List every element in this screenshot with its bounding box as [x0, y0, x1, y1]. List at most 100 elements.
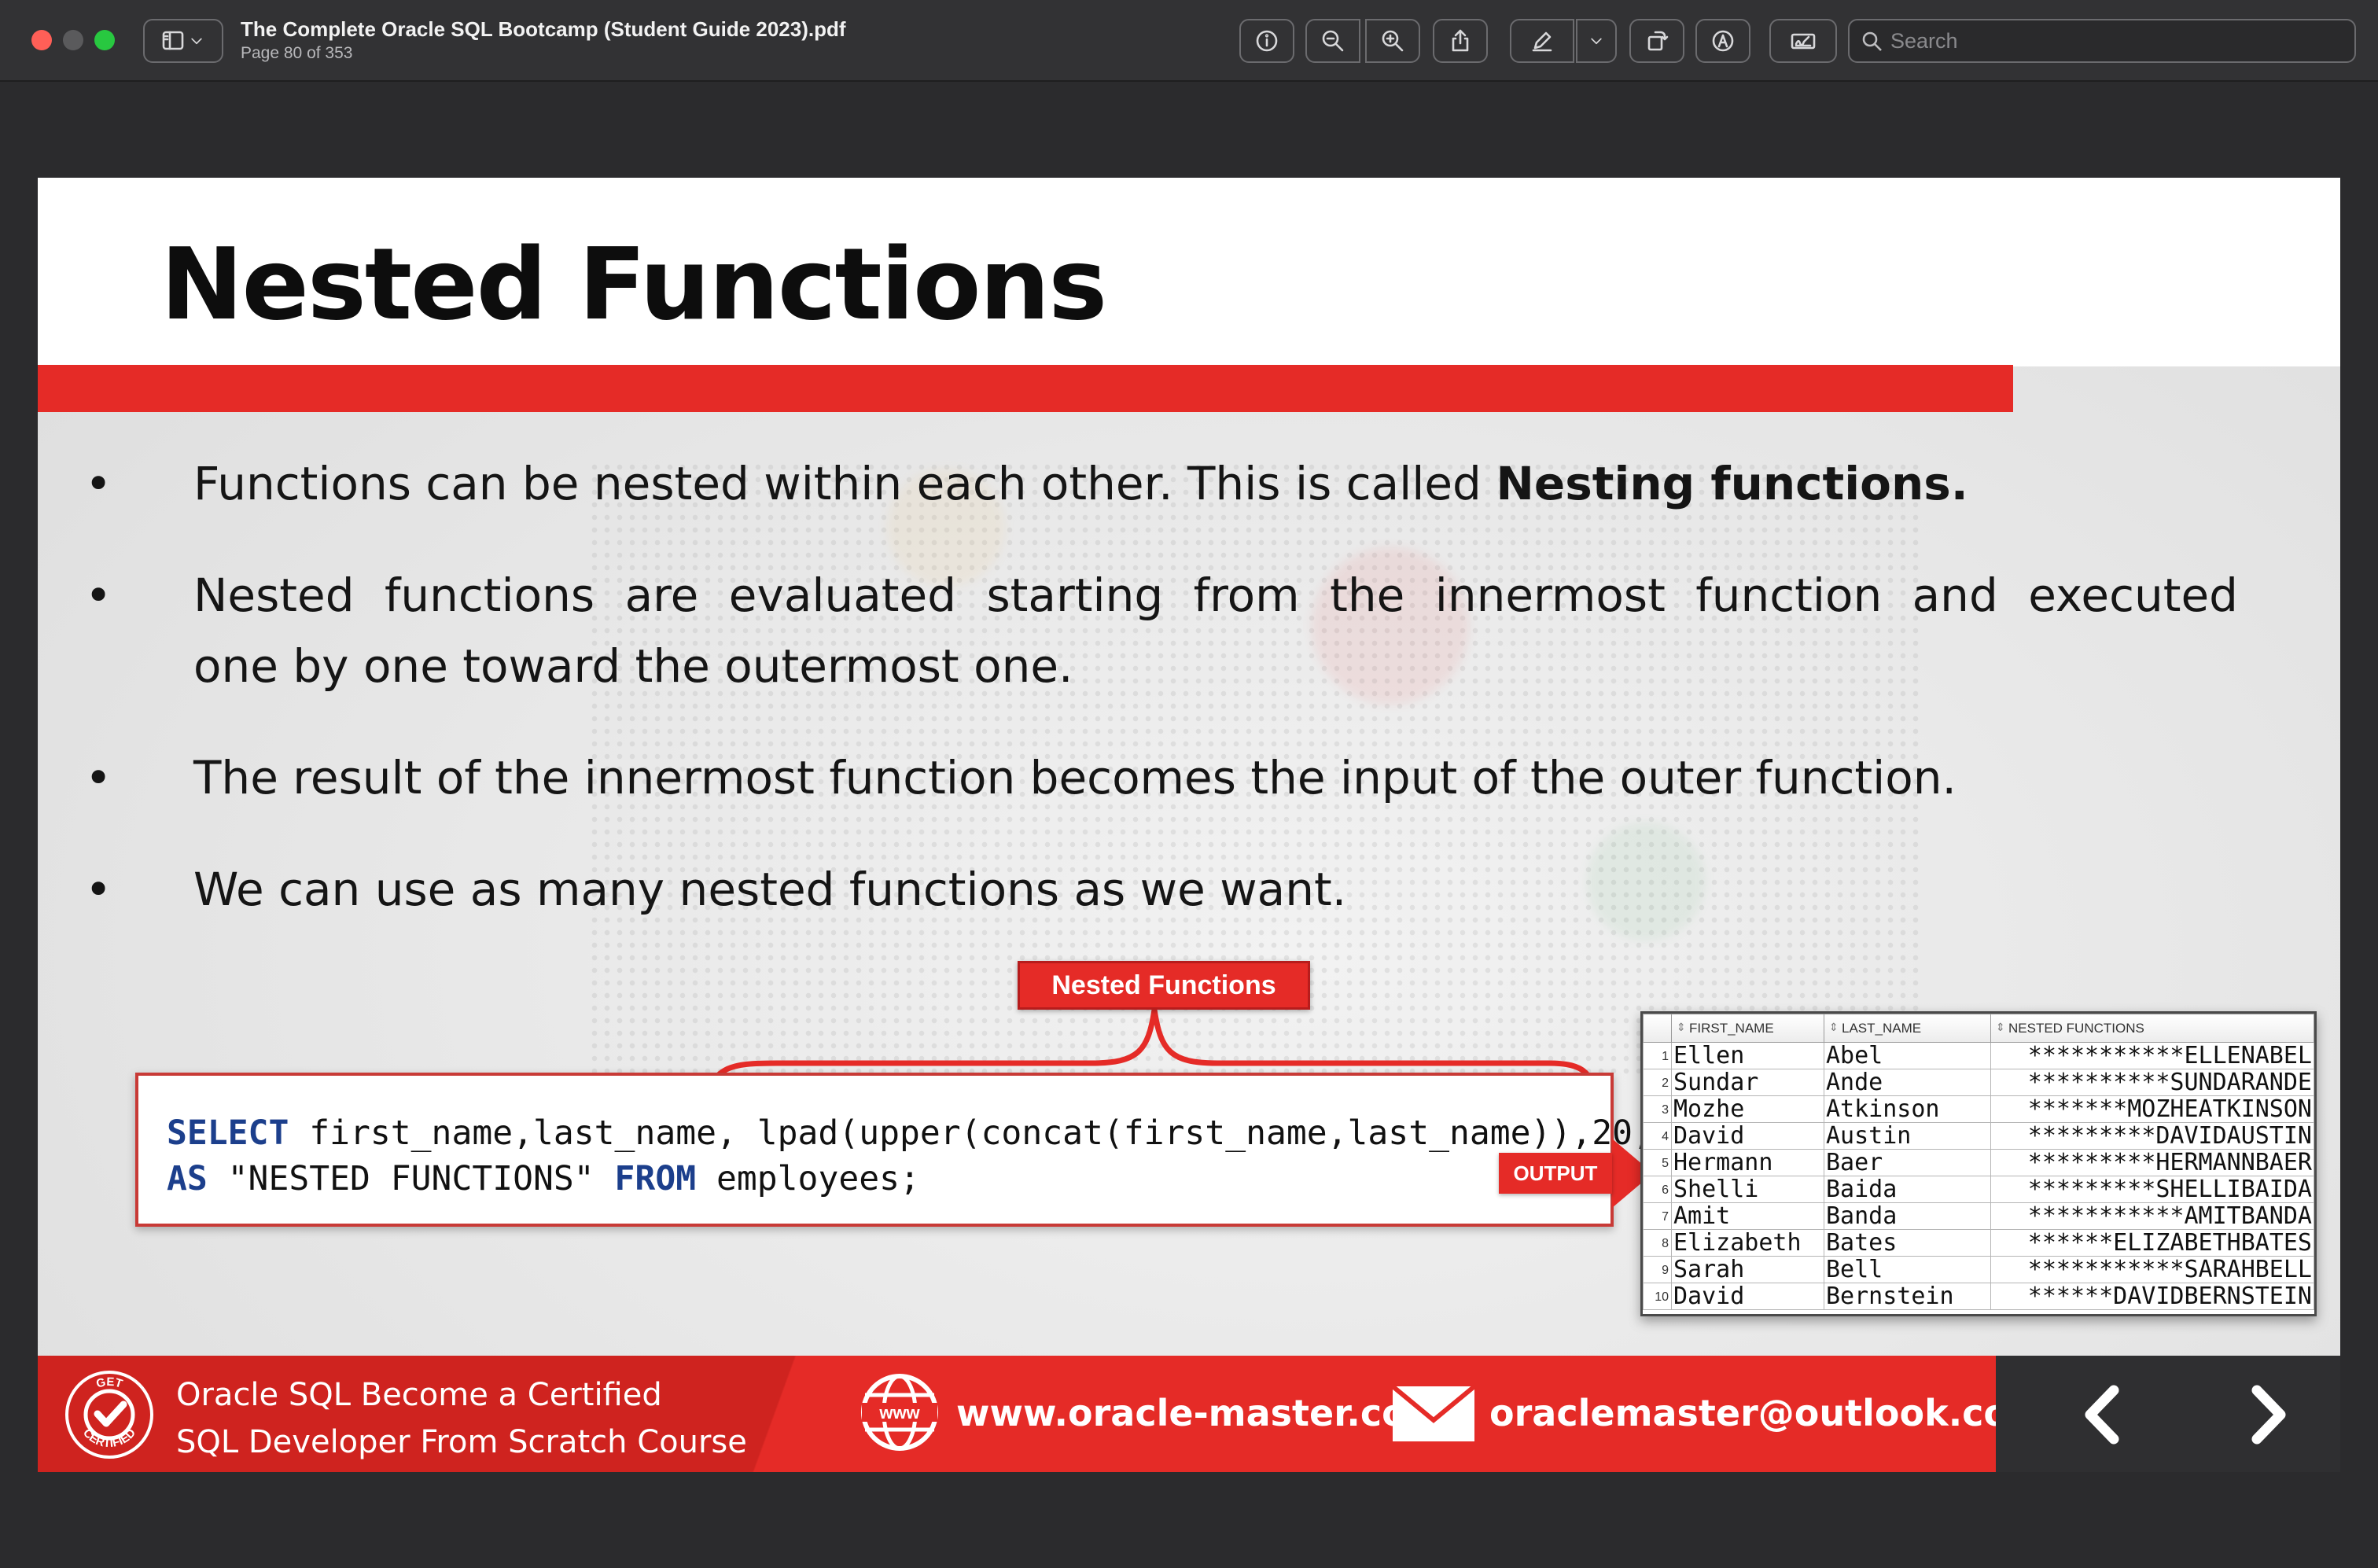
globe-www-icon: www: [861, 1374, 938, 1451]
search-field[interactable]: [1848, 19, 2356, 63]
row-number: 9: [1643, 1256, 1672, 1283]
markup-menu-button[interactable]: [1576, 19, 1617, 63]
column-header-last-name[interactable]: ⇕ LAST_NAME: [1824, 1014, 1991, 1043]
share-button[interactable]: [1433, 19, 1488, 63]
svg-text:CERTIFIED: CERTIFIED: [80, 1426, 138, 1451]
title-underline-bar: [38, 365, 2013, 412]
svg-text:GET: GET: [95, 1375, 124, 1391]
cell-last-name: Atkinson: [1824, 1095, 1991, 1123]
bullet-dot: •: [85, 569, 112, 622]
cell-first-name: Ellen: [1671, 1042, 1824, 1069]
signature-button[interactable]: [1769, 19, 1837, 63]
result-row[interactable]: 7 Amit Banda ***********AMITBANDA: [1643, 1202, 2314, 1230]
cell-first-name: David: [1671, 1283, 1824, 1310]
sql-keyword: FROM: [614, 1159, 697, 1198]
row-number: 7: [1643, 1202, 1672, 1230]
row-number-header: [1643, 1014, 1672, 1043]
mail-envelope-icon: [1391, 1384, 1476, 1441]
cell-last-name: Baer: [1824, 1149, 1991, 1176]
course-line: Oracle SQL Become a Certified: [176, 1377, 662, 1413]
window-minimize-button[interactable]: [63, 30, 83, 50]
zoom-out-button[interactable]: [1305, 19, 1360, 63]
window-close-button[interactable]: [31, 30, 52, 50]
sort-icon: ⇕: [1677, 1021, 1686, 1033]
result-row[interactable]: 9 Sarah Bell ***********SARAHBELL: [1643, 1256, 2314, 1283]
result-row[interactable]: 1 Ellen Abel ***********ELLENABEL: [1643, 1042, 2314, 1069]
chevron-down-icon: [1591, 38, 1602, 45]
result-row[interactable]: 4 David Austin *********DAVIDAUSTIN: [1643, 1122, 2314, 1150]
rotate-icon: [1647, 31, 1669, 51]
search-input[interactable]: [1890, 27, 2347, 55]
website-link[interactable]: www.oracle-master.com: [956, 1392, 1445, 1434]
rotate-button[interactable]: [1629, 19, 1684, 63]
cell-last-name: Bates: [1824, 1229, 1991, 1257]
cell-first-name: Sundar: [1671, 1069, 1824, 1096]
bullet-text-line: Nested functions are evaluated starting …: [193, 569, 2238, 622]
output-label: OUTPUT: [1499, 1153, 1612, 1194]
result-row[interactable]: 2 Sundar Ande **********SUNDARANDE: [1643, 1069, 2314, 1096]
info-icon: [1256, 30, 1278, 52]
zoom-in-button[interactable]: [1365, 19, 1420, 63]
cell-nested-functions: ***********ELLENABEL: [1990, 1042, 2314, 1069]
pdf-page-slide: Nested Functions • Functions can be nest…: [38, 178, 2340, 1472]
signature-icon: [1791, 33, 1816, 50]
cell-nested-functions: ******DAVIDBERNSTEIN: [1990, 1283, 2314, 1310]
markup-button[interactable]: [1510, 19, 1574, 63]
zoom-out-icon: [1322, 30, 1344, 52]
document-title: The Complete Oracle SQL Bootcamp (Studen…: [241, 17, 846, 41]
bullet-dot: •: [85, 863, 112, 916]
chevron-right-icon: [2251, 1385, 2286, 1445]
info-button[interactable]: [1239, 19, 1294, 63]
cell-first-name: David: [1671, 1122, 1824, 1150]
cell-first-name: Sarah: [1671, 1256, 1824, 1283]
bullet-text-line: one by one toward the outermost one.: [193, 639, 1073, 693]
bullet-bold-text: Nesting functions.: [1496, 457, 1968, 510]
sidebar-toggle-button[interactable]: [143, 19, 223, 63]
highlight-button[interactable]: [1695, 19, 1750, 63]
sql-code-box: SELECT first_name,last_name, lpad(upper(…: [135, 1073, 1734, 1227]
certified-seal-icon: GET CERTIFIED: [65, 1371, 153, 1459]
sql-code-text: first_name,last_name, lpad(upper(concat(…: [289, 1113, 1735, 1153]
cell-last-name: Bell: [1824, 1256, 1991, 1283]
share-icon: [1452, 29, 1469, 52]
svg-text:www: www: [878, 1403, 920, 1423]
sql-keyword: AS: [167, 1159, 208, 1198]
cell-last-name: Ande: [1824, 1069, 1991, 1096]
cell-first-name: Mozhe: [1671, 1095, 1824, 1123]
result-row[interactable]: 8 Elizabeth Bates ******ELIZABETHBATES: [1643, 1229, 2314, 1257]
column-header-nested-functions[interactable]: ⇕ NESTED FUNCTIONS: [1990, 1014, 2314, 1043]
email-link[interactable]: oraclemaster@outlook.com: [1489, 1392, 2046, 1434]
sql-code-text: "NESTED FUNCTIONS": [207, 1159, 615, 1198]
next-slide-button[interactable]: [2232, 1379, 2303, 1450]
window-zoom-button[interactable]: [94, 30, 115, 50]
result-row[interactable]: 10 David Bernstein ******DAVIDBERNSTEIN: [1643, 1283, 2314, 1310]
cell-nested-functions: ***********AMITBANDA: [1990, 1202, 2314, 1230]
sql-code-text: employees;: [696, 1159, 920, 1198]
result-row[interactable]: 5 Hermann Baer *********HERMANNBAER: [1643, 1149, 2314, 1176]
course-name: Oracle SQL Become a Certified SQL Develo…: [176, 1371, 747, 1466]
highlight-icon: [1712, 30, 1734, 52]
window-titlebar: The Complete Oracle SQL Bootcamp (Studen…: [0, 0, 2378, 82]
previous-slide-button[interactable]: [2068, 1379, 2139, 1450]
slide-nav-panel: [1996, 1356, 2340, 1472]
column-header-first-name[interactable]: ⇕ FIRST_NAME: [1671, 1014, 1824, 1043]
cell-nested-functions: **********SUNDARANDE: [1990, 1069, 2314, 1096]
result-row[interactable]: 6 Shelli Baida *********SHELLIBAIDA: [1643, 1176, 2314, 1203]
course-line: SQL Developer From Scratch Course: [176, 1424, 747, 1460]
cell-nested-functions: *******MOZHEATKINSON: [1990, 1095, 2314, 1123]
search-icon: [1862, 31, 1882, 51]
cell-last-name: Banda: [1824, 1202, 1991, 1230]
row-number: 2: [1643, 1069, 1672, 1096]
slide-footer: GET CERTIFIED Oracle SQL Become a Certif…: [38, 1356, 2340, 1472]
markup-pen-icon: [1532, 31, 1552, 52]
slide-title: Nested Functions: [160, 226, 1107, 342]
cell-first-name: Shelli: [1671, 1176, 1824, 1203]
chevron-down-icon: [191, 38, 202, 45]
cell-nested-functions: ***********SARAHBELL: [1990, 1256, 2314, 1283]
result-body: 1 Ellen Abel ***********ELLENABEL 2 Sundar And…: [1643, 1042, 2314, 1310]
result-row[interactable]: 3 Mozhe Atkinson *******MOZHEATKINSON: [1643, 1095, 2314, 1123]
cell-first-name: Amit: [1671, 1202, 1824, 1230]
nested-functions-callout: Nested Functions: [1018, 961, 1310, 1010]
row-number: 3: [1643, 1095, 1672, 1123]
page-indicator: Page 80 of 353: [241, 44, 353, 62]
